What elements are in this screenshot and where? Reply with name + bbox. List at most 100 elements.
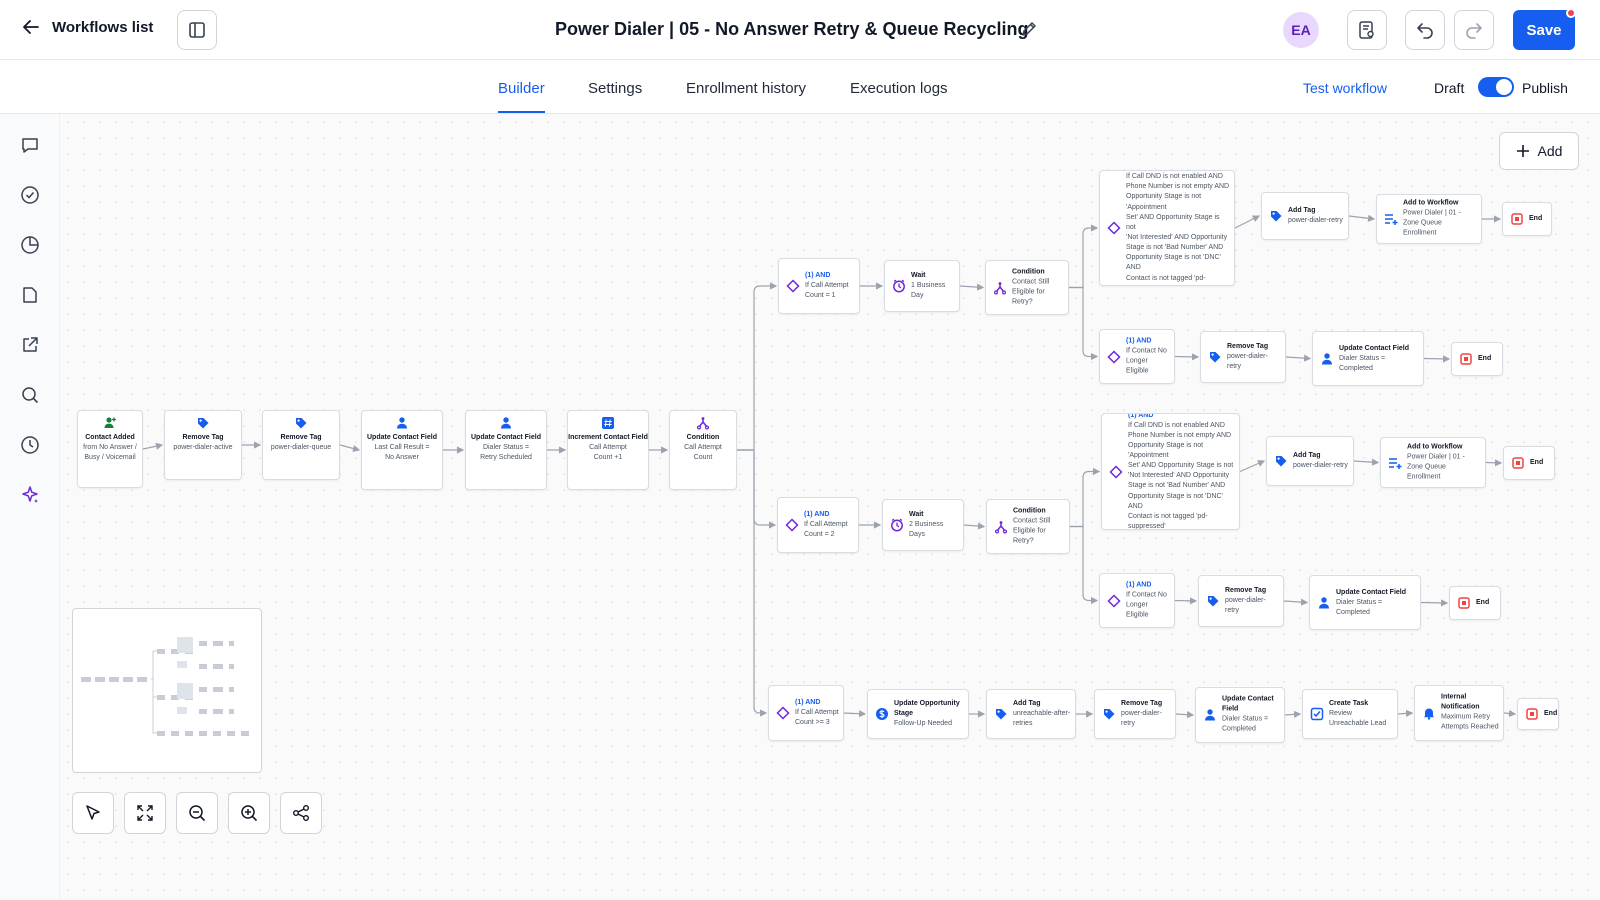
workflow-node-n1[interactable]: Contact Added from No Answer / Busy / Voic…: [77, 410, 143, 488]
comments-rail-button[interactable]: [17, 132, 43, 158]
workflow-node-a3[interactable]: Condition Contact Still Eligible for Retry…: [985, 260, 1069, 315]
workflow-node-a11[interactable]: End: [1451, 342, 1503, 376]
node-detail-line: If Call DND is not enabled AND: [1126, 173, 1223, 181]
tab-settings[interactable]: Settings: [588, 80, 642, 111]
workflow-node-c4[interactable]: Remove Tag power-dialer-retry: [1094, 689, 1176, 739]
connector-arrow: [1070, 525, 1099, 605]
test-workflow-link[interactable]: Test workflow: [1303, 80, 1387, 96]
node-content: Add Tag power-dialer-retry: [1293, 451, 1349, 471]
workflow-node-a10[interactable]: Update Contact Field Dialer Status = Compl…: [1312, 331, 1424, 386]
workflow-node-b2[interactable]: Wait 2 Business Days: [882, 499, 964, 551]
node-title: Update Contact Field: [366, 434, 437, 441]
workflow-node-c5[interactable]: Update Contact Field Dialer Status = Compl…: [1195, 687, 1285, 743]
edit-title-button[interactable]: [1020, 20, 1038, 43]
workflow-node-n7[interactable]: Condition Call Attempt Count: [669, 410, 737, 490]
tasks-rail-button[interactable]: [17, 182, 43, 208]
add-action-button[interactable]: Add: [1499, 132, 1579, 170]
tab-execution-logs[interactable]: Execution logs: [850, 80, 948, 111]
avatar[interactable]: EA: [1283, 12, 1319, 48]
stats-rail-button[interactable]: [17, 232, 43, 258]
node-detail-line: Opportunity Stage is not 'Appointment: [1126, 193, 1202, 211]
tab-builder[interactable]: Builder: [498, 80, 545, 113]
workflow-node-b9[interactable]: Remove Tag power-dialer-retry: [1198, 575, 1284, 627]
tag-icon: [1269, 209, 1283, 223]
workflow-node-a9[interactable]: Remove Tag power-dialer-retry: [1200, 331, 1286, 383]
back-to-workflows-link[interactable]: Workflows list: [22, 18, 153, 36]
node-detail-line: Stage is not 'Bad Number' AND: [1126, 244, 1224, 252]
toggle-sidebar-button[interactable]: [177, 10, 217, 50]
history-rail-button[interactable]: [17, 432, 43, 458]
node-detail-line: 2 Business Days: [909, 520, 944, 539]
workflow-node-a6[interactable]: Add to Workflow Power Dialer | 01 - Zone Q…: [1376, 194, 1482, 244]
workflow-node-c3[interactable]: Add Tag unreachable-after-retries: [986, 689, 1076, 739]
workflow-node-b5[interactable]: Add Tag power-dialer-retry: [1266, 436, 1354, 486]
node-content: Increment Contact Field Call Attempt Count…: [568, 433, 648, 463]
person-icon: [1203, 708, 1217, 722]
fit-view-button[interactable]: [124, 792, 166, 834]
share-rail-button[interactable]: [17, 332, 43, 358]
node-detail-line: If Call Attempt: [795, 708, 839, 716]
document-icon: [23, 287, 37, 303]
undo-button[interactable]: [1405, 10, 1445, 50]
workflow-node-b6[interactable]: Add to Workflow Power Dialer | 01 - Zone Q…: [1380, 437, 1486, 488]
workflow-node-a2[interactable]: Wait 1 Business Day: [884, 260, 960, 312]
node-detail-line: 'Not Interested' AND Opportunity: [1128, 472, 1230, 480]
node-detail-line: Review Unreachable Lead: [1329, 709, 1387, 728]
workflow-node-a5[interactable]: Add Tag power-dialer-retry: [1261, 192, 1349, 240]
zoom-out-button[interactable]: [176, 792, 218, 834]
external-link-icon: [23, 337, 38, 352]
select-tool-button[interactable]: [72, 792, 114, 834]
workflow-node-c6[interactable]: Create Task Review Unreachable Lead: [1302, 689, 1398, 739]
ai-assistant-rail-button[interactable]: [17, 482, 43, 508]
workflow-node-b3[interactable]: Condition Contact Still Eligible for Retry…: [986, 499, 1070, 554]
workflow-node-b11[interactable]: End: [1449, 586, 1501, 620]
workflow-node-b4[interactable]: (1) AND If Call DND is not enabled AND Pho…: [1101, 413, 1240, 530]
search-rail-button[interactable]: [17, 382, 43, 408]
workflow-node-a4[interactable]: (1) ANDIf Call DND is not enabled ANDPho…: [1099, 170, 1235, 286]
share-workflow-button[interactable]: [280, 792, 322, 834]
add-action-label: Add: [1537, 143, 1563, 159]
connector-arrow: [1285, 354, 1312, 362]
workflow-node-a1[interactable]: (1) AND If Call Attempt Count = 1: [778, 258, 860, 314]
node-content: Update Contact Field Dialer Status = Compl…: [1222, 695, 1280, 736]
notes-button[interactable]: [1347, 10, 1387, 50]
workflow-canvas[interactable]: Contact Added from No Answer / Busy / Voic…: [60, 114, 1600, 900]
workflow-node-n3[interactable]: Remove Tag power-dialer-queue: [262, 410, 340, 480]
node-detail-line: from No Answer /: [83, 444, 137, 452]
plus-icon: [1516, 145, 1529, 157]
redo-button[interactable]: [1454, 10, 1494, 50]
workflow-node-c8[interactable]: End: [1517, 698, 1559, 730]
node-title: Update Contact Field: [1336, 588, 1407, 596]
node-detail-line: power-dialer-retry: [1288, 217, 1343, 224]
node-detail-line: Power Dialer | 01 -: [1403, 209, 1461, 217]
workflow-node-c2[interactable]: Update Opportunity Stage Follow-Up Needed: [867, 689, 969, 739]
minimap[interactable]: [72, 608, 262, 773]
workflow-node-n6[interactable]: Increment Contact Field Call Attempt Count…: [567, 410, 649, 490]
node-detail-line: power-dialer-retry: [1225, 596, 1266, 615]
chat-icon: [22, 138, 38, 153]
node-detail-line: If Call DND is not enabled AND: [1128, 421, 1225, 429]
workflow-node-b1[interactable]: (1) AND If Call Attempt Count = 2: [777, 497, 859, 553]
connector-arrow: [1234, 215, 1261, 229]
node-detail-line: Eligible for Retry?: [1013, 527, 1046, 545]
save-button[interactable]: Save: [1513, 10, 1575, 50]
workflow-node-c7[interactable]: Internal Notification Maximum Retry Attemp…: [1414, 685, 1504, 741]
workflow-node-b10[interactable]: Update Contact Field Dialer Status = Compl…: [1309, 575, 1421, 630]
workflow-node-a7[interactable]: End: [1502, 202, 1552, 236]
node-title: Add to Workflow: [1403, 199, 1459, 207]
node-detail-line: Longer Eligible: [1126, 601, 1149, 619]
node-detail-line: power-dialer-queue: [270, 444, 332, 452]
publish-toggle[interactable]: [1478, 77, 1514, 97]
notes-rail-button[interactable]: [17, 282, 43, 308]
workflow-node-b7[interactable]: End: [1503, 446, 1555, 480]
workflow-node-n5[interactable]: Update Contact Field Dialer Status = Retry…: [465, 410, 547, 490]
workflow-node-c1[interactable]: (1) AND If Call Attempt Count >= 3: [768, 685, 844, 741]
workflow-node-a8[interactable]: (1) AND If Contact No Longer Eligible: [1099, 329, 1175, 384]
workflow-node-b8[interactable]: (1) AND If Contact No Longer Eligible: [1099, 573, 1175, 628]
branch-icon: [696, 416, 710, 430]
workflow-node-n2[interactable]: Remove Tag power-dialer-active: [164, 410, 242, 480]
bell-icon: [1422, 706, 1436, 720]
zoom-in-button[interactable]: [228, 792, 270, 834]
workflow-node-n4[interactable]: Update Contact Field Last Call Result = No…: [361, 410, 443, 490]
tab-enrollment-history[interactable]: Enrollment history: [686, 80, 806, 111]
